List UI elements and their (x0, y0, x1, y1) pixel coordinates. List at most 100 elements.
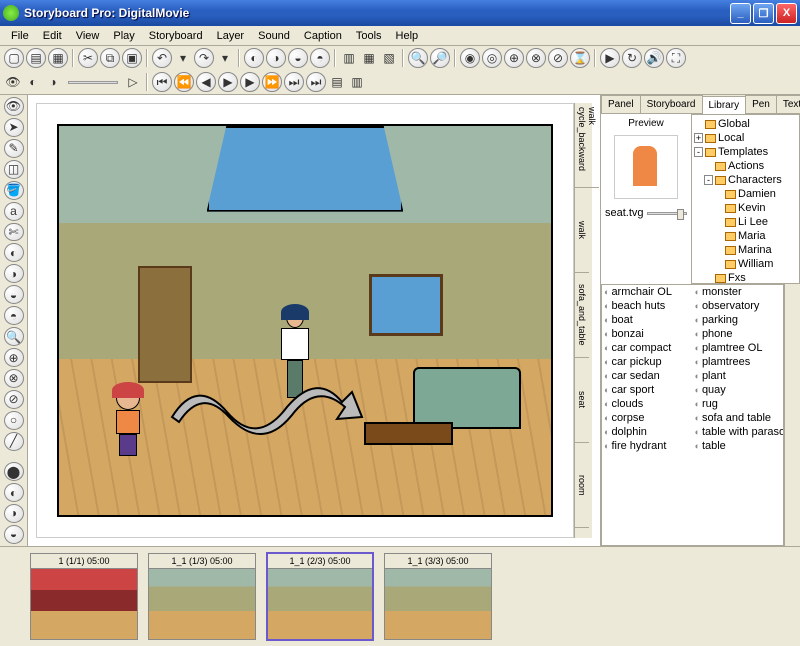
zoom-in-icon[interactable]: 🔍 (408, 48, 428, 68)
brush-icon[interactable]: ✎ (4, 139, 24, 158)
layer-label[interactable]: sofa_and_table (575, 273, 589, 358)
tree-node[interactable]: Fxs (728, 272, 746, 284)
library-item[interactable]: rug (693, 397, 784, 411)
item-col[interactable]: armchair OLbeach hutsboatbonzaicar compa… (602, 285, 693, 545)
preview-slider[interactable] (647, 212, 687, 215)
cut-tool-icon[interactable]: ✄ (4, 223, 24, 242)
play-small-icon[interactable]: ▶ (218, 72, 238, 92)
tool-icon[interactable]: ◑ (4, 504, 24, 523)
tab-panel[interactable]: Panel (601, 95, 641, 113)
zoom-out-icon[interactable]: 🔎 (430, 48, 450, 68)
tool-icon[interactable]: ◒ (4, 285, 24, 304)
timeline-panel[interactable]: 1_1 (3/3) 05:00 (384, 553, 492, 640)
menu-view[interactable]: View (69, 28, 107, 44)
next-scene-icon[interactable]: ⏩ (262, 72, 282, 92)
onion-prev-icon[interactable]: ◐ (24, 73, 42, 91)
library-item[interactable]: car pickup (602, 355, 693, 369)
tree-node[interactable]: Li Lee (738, 216, 768, 228)
sound-icon[interactable]: 🔊 (644, 48, 664, 68)
library-item[interactable]: table with parasol (693, 425, 784, 439)
menu-layer[interactable]: Layer (210, 28, 252, 44)
library-item[interactable]: parking (693, 313, 784, 327)
tool-icon[interactable]: ⊘ (548, 48, 568, 68)
tool-icon[interactable]: ⊘ (4, 390, 24, 409)
tool-icon[interactable]: ◓ (4, 306, 24, 325)
library-item[interactable]: observatory (693, 299, 784, 313)
layout-icon[interactable]: ▦ (360, 49, 378, 67)
library-item[interactable]: quay (693, 383, 784, 397)
circle-icon[interactable]: ○ (4, 411, 24, 430)
save-icon[interactable]: ▦ (48, 48, 68, 68)
library-item[interactable]: car sport (602, 383, 693, 397)
minimize-button[interactable]: _ (730, 3, 751, 24)
play-icon[interactable]: ▶ (600, 48, 620, 68)
tool-icon[interactable]: ⊗ (526, 48, 546, 68)
tab-storyboard[interactable]: Storyboard (640, 95, 703, 113)
menu-caption[interactable]: Caption (297, 28, 349, 44)
timeline-panel[interactable]: 1_1 (2/3) 05:00 (266, 552, 374, 641)
tree-node[interactable]: Damien (738, 188, 776, 200)
timeline-panel[interactable]: 1_1 (1/3) 05:00 (148, 553, 256, 640)
new-icon[interactable]: ▢ (4, 48, 24, 68)
undo-icon[interactable]: ↶ (152, 48, 172, 68)
tool-icon[interactable]: ⊗ (4, 369, 24, 388)
tab-library[interactable]: Library (702, 96, 747, 114)
eye-icon[interactable]: 👁 (4, 97, 24, 116)
end-icon[interactable]: ⏭ (306, 72, 326, 92)
redo-dropdown-icon[interactable]: ▾ (216, 49, 234, 67)
layer-label[interactable]: walk (575, 188, 589, 273)
tool-icon[interactable]: ◐ (244, 48, 264, 68)
library-item[interactable]: car sedan (602, 369, 693, 383)
prev-scene-icon[interactable]: ⏪ (174, 72, 194, 92)
tree-node[interactable]: Local (718, 132, 744, 144)
nav-icon[interactable]: ▤ (328, 73, 346, 91)
timeline-panel[interactable]: 1 (1/1) 05:00 (30, 553, 138, 640)
library-item[interactable]: corpse (602, 411, 693, 425)
redo-icon[interactable]: ↷ (194, 48, 214, 68)
tool-icon[interactable]: ◓ (310, 48, 330, 68)
tool-icon[interactable]: ◉ (460, 48, 480, 68)
library-item[interactable]: car compact (602, 341, 693, 355)
tool-icon[interactable]: ◑ (266, 48, 286, 68)
library-item[interactable]: table (693, 439, 784, 453)
menu-play[interactable]: Play (106, 28, 141, 44)
last-icon[interactable]: ⏭ (284, 72, 304, 92)
cut-icon[interactable]: ✂ (78, 48, 98, 68)
library-item[interactable]: monster (693, 285, 784, 299)
library-item[interactable]: plamtree OL (693, 341, 784, 355)
tab-pen[interactable]: Pen (745, 95, 777, 113)
menu-sound[interactable]: Sound (251, 28, 297, 44)
tree-node[interactable]: Actions (728, 160, 764, 172)
line-icon[interactable]: ╱ (4, 432, 24, 451)
library-item[interactable]: boat (602, 313, 693, 327)
tool-icon[interactable]: ⊕ (504, 48, 524, 68)
layout-icon[interactable]: ▧ (380, 49, 398, 67)
onion-next-icon[interactable]: ◑ (44, 73, 62, 91)
tool-icon[interactable]: ◐ (4, 483, 24, 502)
menu-help[interactable]: Help (389, 28, 426, 44)
menu-file[interactable]: File (4, 28, 36, 44)
loop-icon[interactable]: ↻ (622, 48, 642, 68)
color-icon[interactable]: ⬤ (4, 462, 24, 481)
close-button[interactable]: X (776, 3, 797, 24)
item-col[interactable]: monsterobservatoryparkingphoneplamtree O… (693, 285, 784, 545)
undo-dropdown-icon[interactable]: ▾ (174, 49, 192, 67)
library-item[interactable]: bonzai (602, 327, 693, 341)
first-icon[interactable]: ⏮ (152, 72, 172, 92)
onion-icon[interactable]: 👁 (4, 73, 22, 91)
library-item[interactable]: phone (693, 327, 784, 341)
tree-node[interactable]: Templates (718, 146, 768, 158)
pointer-icon[interactable]: ➤ (4, 118, 24, 137)
menu-storyboard[interactable]: Storyboard (142, 28, 210, 44)
library-tree[interactable]: Global+Local-TemplatesActions-Characters… (691, 114, 800, 284)
text-icon[interactable]: a (4, 202, 24, 221)
maximize-button[interactable]: ❐ (753, 3, 774, 24)
layout-icon[interactable]: ▥ (340, 49, 358, 67)
eraser-icon[interactable]: ◫ (4, 160, 24, 179)
tool-icon[interactable]: ◎ (482, 48, 502, 68)
tool-icon[interactable]: ⊕ (4, 348, 24, 367)
tree-node[interactable]: Kevin (738, 202, 766, 214)
tree-node[interactable]: William (738, 258, 773, 270)
paint-icon[interactable]: 🪣 (4, 181, 24, 200)
library-item[interactable]: clouds (602, 397, 693, 411)
